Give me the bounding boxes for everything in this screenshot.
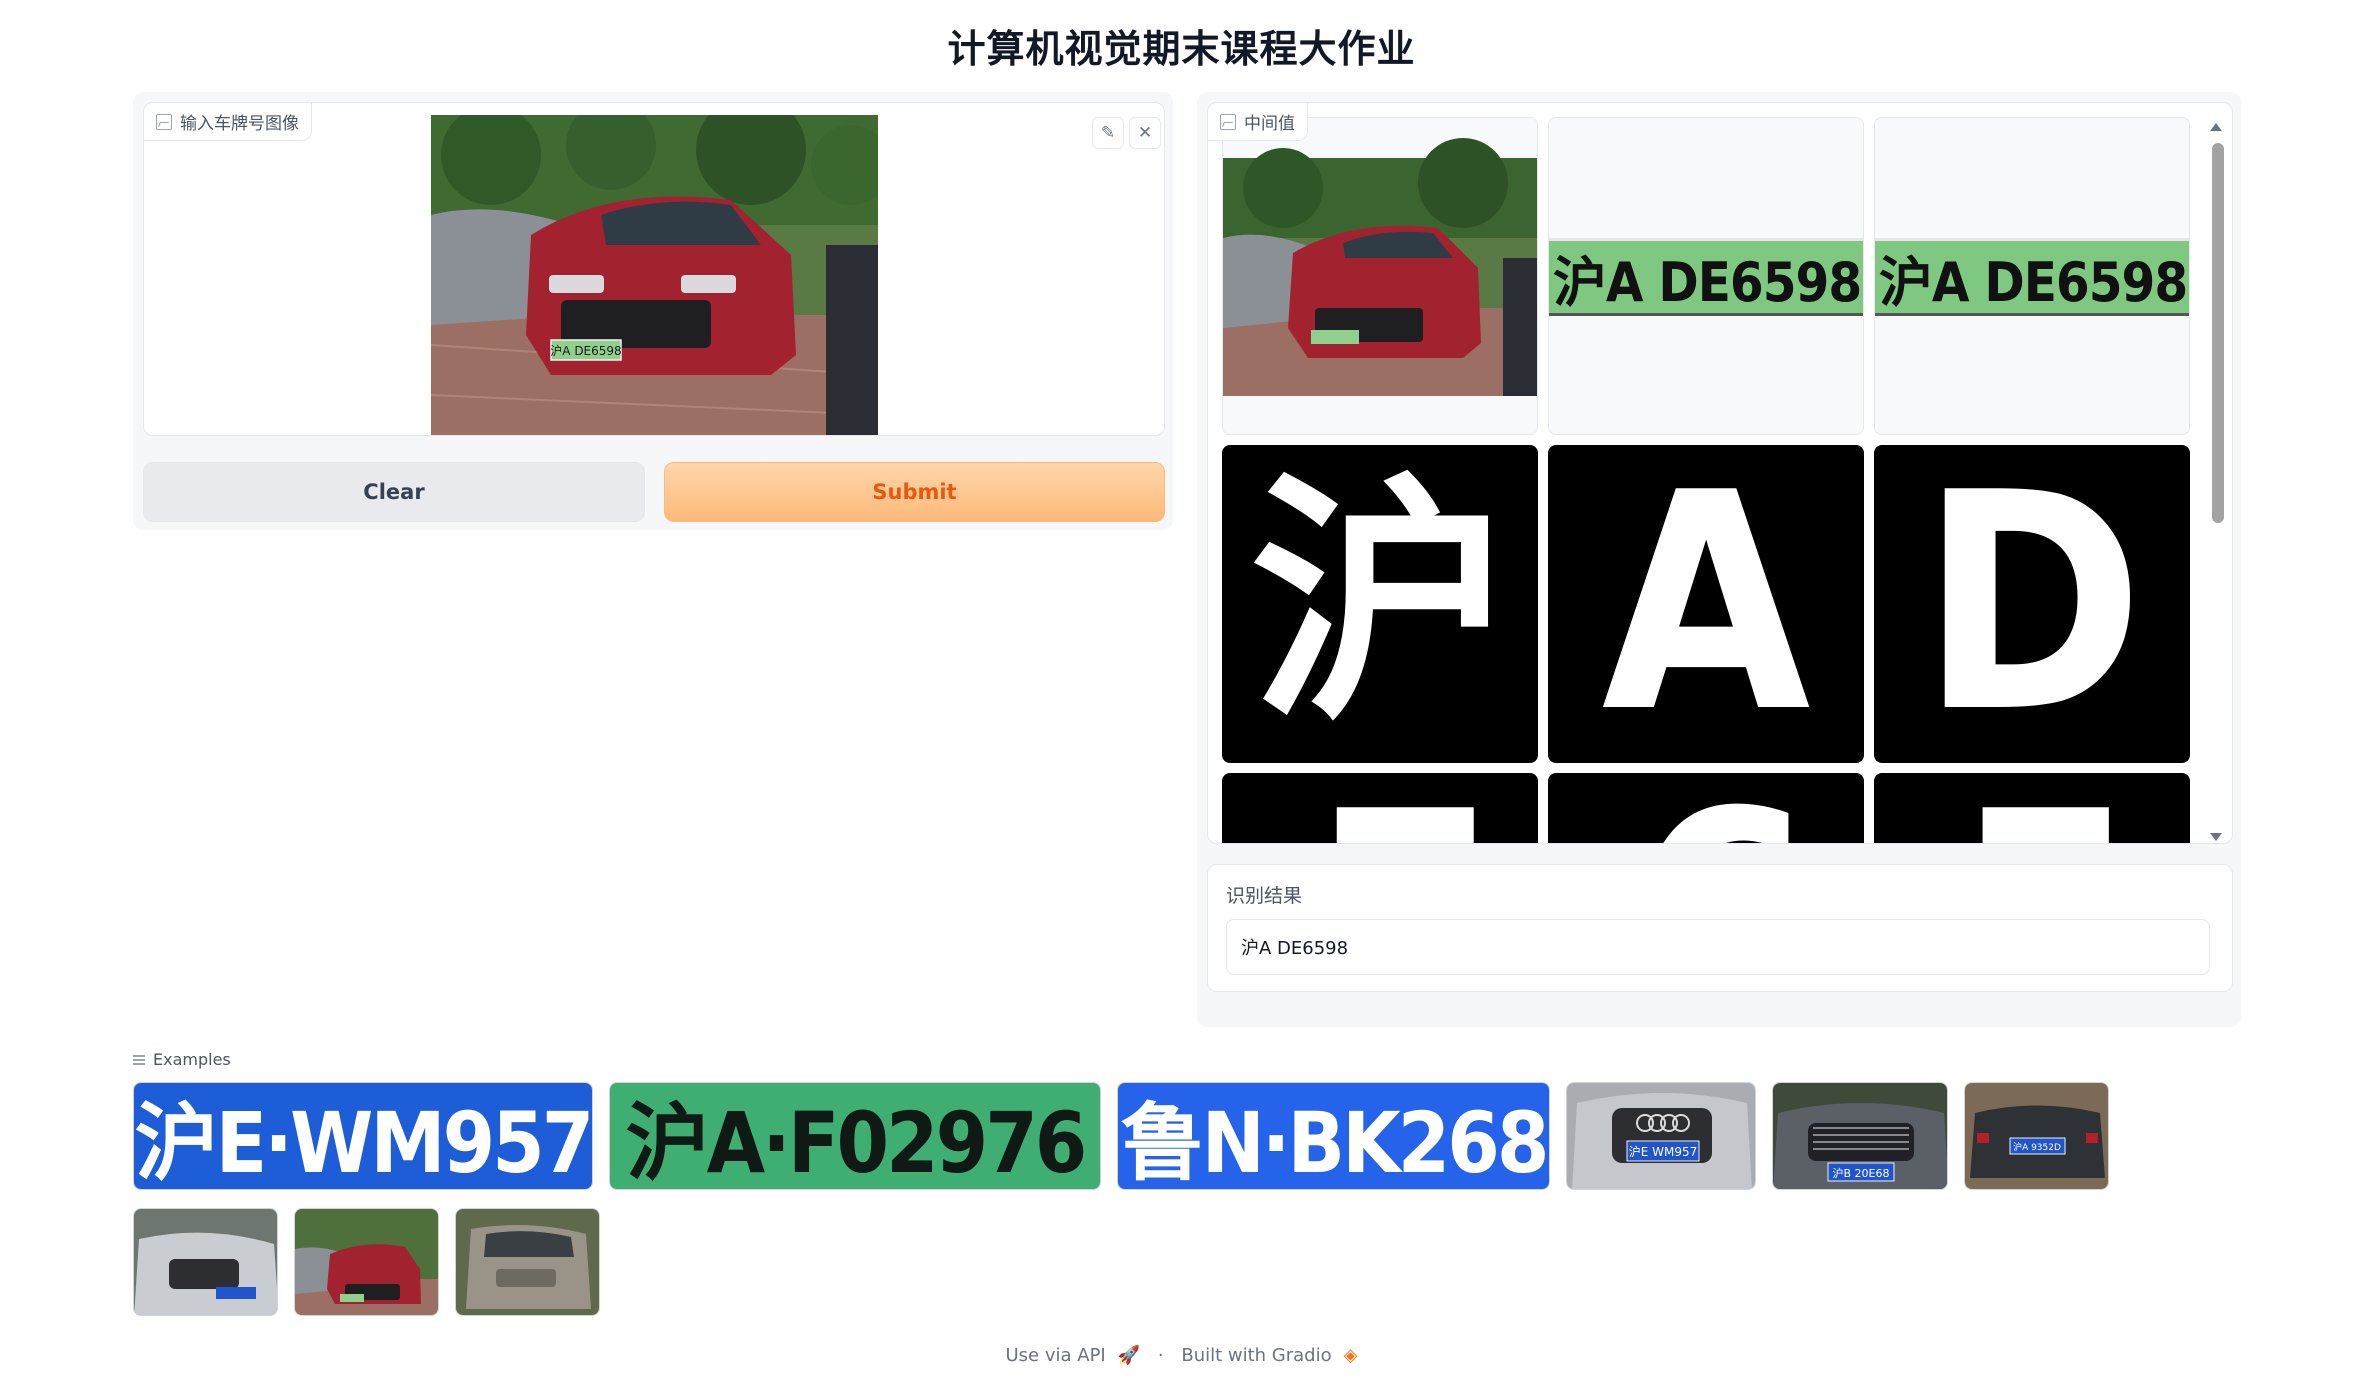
gallery-grid[interactable]: 沪A DE6598 沪A DE6598 沪 A D E (1222, 117, 2202, 843)
char-1-text: 沪 (1250, 453, 1510, 755)
footer: Use via API 🚀 · Built with Gradio ◈ (0, 1345, 2363, 1366)
example-plate-3[interactable]: 鲁N·BK268 (1117, 1082, 1550, 1190)
result-textbox[interactable]: 沪A DE6598 (1226, 919, 2210, 975)
example-car-4[interactable] (133, 1208, 278, 1316)
example-car-1-svg: 沪E WM957 (1567, 1083, 1755, 1189)
close-icon[interactable]: ✕ (1129, 117, 1161, 149)
gradio-logo-icon: ◈ (1343, 1345, 1358, 1366)
api-link[interactable]: Use via API (1006, 1345, 1106, 1366)
car-thumb-svg (1223, 138, 1537, 396)
car-plate-text: 沪A DE6598 (550, 344, 621, 358)
gallery-thumb-char-5[interactable]: 6 (1548, 773, 1864, 843)
example-car-6-svg (456, 1209, 599, 1315)
example-car-5-svg (295, 1209, 438, 1315)
scroll-down-icon[interactable] (2210, 833, 2222, 841)
example-car-1[interactable]: 沪E WM957 (1566, 1082, 1756, 1190)
example-plate-1[interactable]: 沪E·WM957 (133, 1082, 593, 1190)
intermediate-gallery[interactable]: 中间值 沪A DE6598 沪A DE6598 沪 A D (1207, 102, 2233, 844)
input-label: 输入车牌号图像 (144, 103, 312, 141)
char-3-text: D (1919, 445, 2145, 763)
output-panel: 中间值 沪A DE6598 沪A DE6598 沪 A D 识别结果 沪A DE… (1197, 92, 2241, 1027)
gallery-thumb-char-6[interactable]: 5 (1874, 773, 2190, 843)
gallery-thumb-plate[interactable]: 沪A DE6598 (1548, 117, 1864, 435)
input-panel: 输入车牌号图像 ✎ ✕ 沪A DE6598 Clear Submit (133, 92, 1173, 530)
example-car-5[interactable] (294, 1208, 439, 1316)
example-car-1-plate: 沪E WM957 (1629, 1145, 1698, 1159)
gallery-label-text: 中间值 (1244, 114, 1295, 134)
uploaded-car-image: 沪A DE6598 (431, 115, 878, 435)
example-car-3-plate: 沪A 9352D (2013, 1141, 2061, 1153)
list-icon (133, 1054, 145, 1066)
example-car-2-svg: 沪B 20E68 (1773, 1083, 1947, 1189)
gallery-label: 中间值 (1208, 103, 1308, 141)
gallery-thumb-char-1[interactable]: 沪 (1222, 445, 1538, 763)
pencil-icon[interactable]: ✎ (1092, 117, 1124, 149)
char-5-text: 6 (1628, 773, 1816, 843)
gallery-thumb-char-3[interactable]: D (1874, 445, 2190, 763)
char-6-text: 5 (1954, 773, 2142, 843)
char-4-text: E (1312, 773, 1496, 843)
clear-button[interactable]: Clear (143, 462, 645, 522)
gradio-link[interactable]: Built with Gradio (1181, 1345, 1331, 1366)
image-icon (156, 113, 172, 130)
examples-header-text: Examples (153, 1050, 231, 1069)
image-input-box[interactable]: 输入车牌号图像 ✎ ✕ 沪A DE6598 (143, 102, 1165, 436)
example-plate-2[interactable]: 沪A·F02976 (609, 1082, 1101, 1190)
examples-header: Examples (133, 1050, 231, 1069)
gallery-thumb-char-2[interactable]: A (1548, 445, 1864, 763)
rocket-icon: 🚀 (1117, 1345, 1141, 1366)
gallery-thumb-char-4[interactable]: E (1222, 773, 1538, 843)
plate-crop-text: 沪A DE6598 (1552, 250, 1862, 314)
submit-button[interactable]: Submit (664, 462, 1165, 522)
char-2-text: A (1601, 445, 1811, 763)
example-car-2[interactable]: 沪B 20E68 (1772, 1082, 1948, 1190)
example-car-3-svg: 沪A 9352D (1965, 1083, 2108, 1189)
plate-corrected-text: 沪A DE6598 (1878, 250, 2188, 314)
car-image-svg: 沪A DE6598 (431, 115, 878, 435)
footer-separator: · (1157, 1345, 1164, 1366)
example-plate-1-text: 沪E·WM957 (134, 1093, 592, 1190)
example-car-2-plate: 沪B 20E68 (1833, 1166, 1890, 1180)
gallery-thumb-car[interactable] (1222, 117, 1538, 435)
gallery-scrollbar[interactable] (2212, 143, 2224, 523)
example-car-4-svg (134, 1209, 277, 1315)
gallery-thumb-plate-corrected[interactable]: 沪A DE6598 (1874, 117, 2190, 435)
example-car-6[interactable] (455, 1208, 600, 1316)
result-box: 识别结果 沪A DE6598 (1207, 864, 2233, 992)
page-title: 计算机视觉期末课程大作业 (947, 27, 1416, 71)
example-car-3[interactable]: 沪A 9352D (1964, 1082, 2109, 1190)
example-plate-2-text: 沪A·F02976 (625, 1093, 1088, 1190)
input-label-text: 输入车牌号图像 (180, 114, 299, 134)
image-icon (1220, 113, 1236, 130)
result-label: 识别结果 (1226, 885, 1303, 907)
scroll-up-icon[interactable] (2210, 123, 2222, 131)
example-plate-3-text: 鲁N·BK268 (1120, 1093, 1549, 1190)
